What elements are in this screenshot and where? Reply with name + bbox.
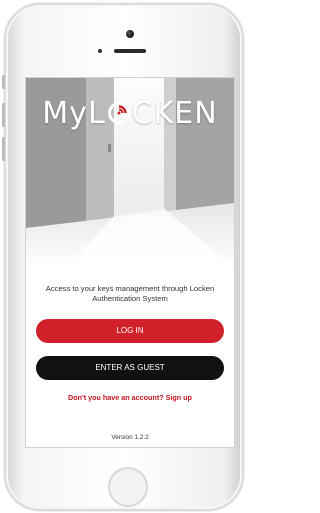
logo-text-cken: CKEN [131,96,218,131]
app-logo: MyL CKEN [26,96,234,131]
volume-up-button [2,103,5,127]
earpiece-speaker [114,49,146,53]
front-camera-icon [126,30,134,38]
logo-key-ring-icon [107,101,131,125]
phone-frame: MyL CKEN Access to your keys management … [2,3,244,511]
proximity-sensor [98,49,102,53]
app-screen: MyL CKEN Access to your keys management … [25,77,235,448]
mute-switch [2,75,5,89]
hero-image: MyL CKEN [26,78,234,268]
signup-link[interactable]: Don't you have an account? Sign up [26,393,234,402]
logo-text-my: My [42,96,88,131]
volume-down-button [2,137,5,161]
enter-as-guest-button[interactable]: ENTER AS GUEST [36,356,224,380]
login-button[interactable]: LOG IN [36,319,224,343]
version-label: Version 1.2.2 [111,434,149,441]
home-button[interactable] [108,467,148,507]
tagline-text: Access to your keys management through L… [45,284,215,303]
logo-text-l: L [87,96,106,131]
